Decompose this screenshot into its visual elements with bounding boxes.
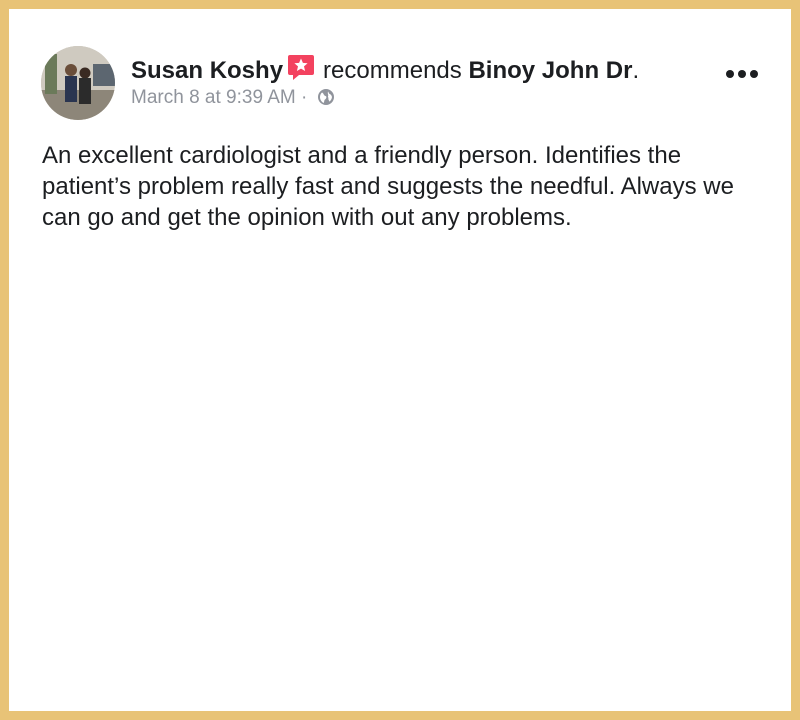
recommend-verb: recommends: [323, 57, 462, 84]
ellipsis-icon[interactable]: [726, 67, 758, 81]
globe-icon[interactable]: [317, 88, 335, 113]
avatar-photo: [41, 46, 115, 120]
target-suffix: .: [632, 57, 640, 84]
post-body-text: An excellent cardiologist and a friendly…: [42, 142, 734, 231]
meta-separator: ·: [301, 87, 308, 108]
recommendation-star-icon: [287, 53, 315, 89]
recommended-page-name[interactable]: Binoy John Dr: [468, 57, 632, 84]
post-timestamp[interactable]: March 8 at 9:39 AM: [131, 87, 296, 108]
author-avatar[interactable]: [41, 46, 115, 120]
post-header: Susan Koshy recommends Binoy John Dr.: [131, 53, 639, 89]
author-name[interactable]: Susan Koshy: [131, 57, 283, 84]
recommendation-post-card: Susan Koshy recommends Binoy John Dr. Mar…: [9, 9, 791, 711]
post-meta: March 8 at 9:39 AM ·: [131, 86, 335, 113]
